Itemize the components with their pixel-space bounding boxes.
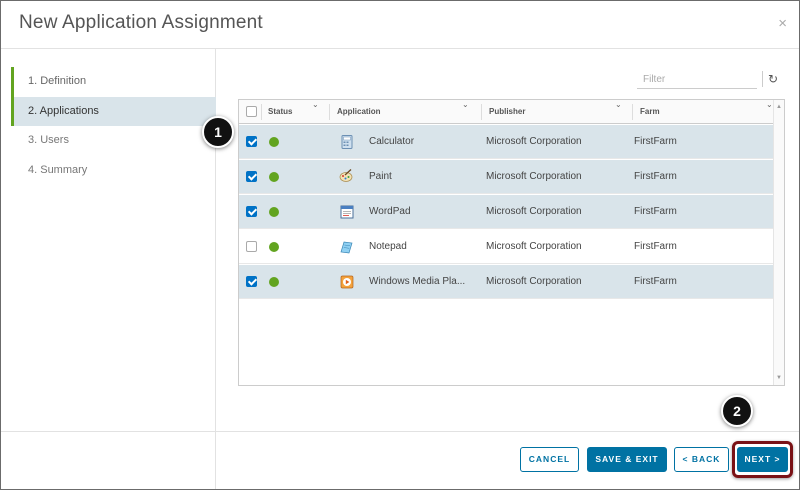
chevron-down-icon[interactable]: ⌄ (766, 100, 773, 109)
status-available-icon (269, 137, 279, 147)
table-row[interactable]: Windows Media Pla... Microsoft Corporati… (239, 265, 774, 299)
application-name: Calculator (369, 136, 415, 147)
row-checkbox[interactable] (246, 136, 257, 147)
select-all-checkbox[interactable] (246, 106, 257, 117)
cancel-button[interactable]: CANCEL (520, 447, 579, 472)
publisher-name: Microsoft Corporation (486, 171, 582, 182)
calculator-icon (341, 135, 353, 149)
status-available-icon (269, 172, 279, 182)
filter-input[interactable] (637, 70, 757, 89)
publisher-name: Microsoft Corporation (486, 206, 582, 217)
publisher-name: Microsoft Corporation (486, 241, 582, 252)
column-header-farm[interactable]: Farm (634, 100, 660, 124)
applications-grid: Status ⌄ Application ⌄ Publisher ⌄ Farm … (238, 99, 785, 386)
column-divider (329, 104, 330, 120)
toolbar-divider (762, 71, 763, 87)
grid-scrollbar[interactable]: ▲ ▼ (773, 100, 784, 385)
row-checkbox[interactable] (246, 276, 257, 287)
application-name: Paint (369, 171, 392, 182)
farm-name: FirstFarm (634, 171, 677, 182)
column-divider (481, 104, 482, 120)
step-users[interactable]: 3. Users (11, 126, 216, 156)
next-button[interactable]: NEXT > (737, 447, 788, 472)
step-definition[interactable]: 1. Definition (11, 67, 216, 97)
table-row[interactable]: Paint Microsoft Corporation FirstFarm (239, 160, 774, 194)
wizard-steps-sidebar: 1. Definition 2. Applications 3. Users 4… (1, 49, 216, 489)
row-checkbox[interactable] (246, 206, 257, 217)
close-icon[interactable]: × (778, 15, 787, 32)
column-header-publisher[interactable]: Publisher (483, 100, 525, 124)
table-row[interactable]: Notepad Microsoft Corporation FirstFarm (239, 230, 774, 264)
status-available-icon (269, 277, 279, 287)
chevron-down-icon[interactable]: ⌄ (312, 100, 319, 109)
farm-name: FirstFarm (634, 276, 677, 287)
farm-name: FirstFarm (634, 206, 677, 217)
table-row[interactable]: Calculator Microsoft Corporation FirstFa… (239, 125, 774, 159)
back-button[interactable]: < BACK (674, 447, 729, 472)
paint-icon (339, 169, 353, 182)
step-callout-badge: 2 (721, 395, 753, 427)
column-divider (632, 104, 633, 120)
media-player-icon (340, 275, 354, 289)
chevron-down-icon[interactable]: ⌄ (615, 100, 622, 109)
column-header-application[interactable]: Application (331, 100, 381, 124)
step-callout-badge: 1 (202, 116, 234, 148)
step-applications[interactable]: 2. Applications (11, 96, 216, 126)
chevron-down-icon[interactable]: ⌄ (462, 100, 469, 109)
step-summary[interactable]: 4. Summary (11, 156, 216, 186)
publisher-name: Microsoft Corporation (486, 276, 582, 287)
dialog-footer: CANCEL SAVE & EXIT < BACK NEXT > (1, 431, 799, 489)
save-exit-button[interactable]: SAVE & EXIT (587, 447, 667, 472)
row-checkbox[interactable] (246, 241, 257, 252)
refresh-icon[interactable]: ↻ (768, 72, 778, 86)
publisher-name: Microsoft Corporation (486, 136, 582, 147)
table-row[interactable]: WordPad Microsoft Corporation FirstFarm (239, 195, 774, 229)
row-checkbox[interactable] (246, 171, 257, 182)
application-name: WordPad (369, 206, 411, 217)
dialog-header: New Application Assignment × (1, 1, 799, 49)
status-available-icon (269, 242, 279, 252)
dialog-title: New Application Assignment (19, 12, 263, 33)
scroll-up-icon[interactable]: ▲ (776, 104, 782, 110)
application-assignment-dialog: New Application Assignment × 1. Definiti… (0, 0, 800, 490)
step-list: 1. Definition 2. Applications 3. Users 4… (11, 67, 216, 185)
notepad-icon (340, 241, 353, 254)
application-name: Notepad (369, 241, 407, 252)
farm-name: FirstFarm (634, 241, 677, 252)
column-header-status[interactable]: Status (262, 100, 292, 124)
main-panel: ↻ Status ⌄ Application ⌄ Publisher ⌄ Far… (217, 49, 799, 431)
grid-header: Status ⌄ Application ⌄ Publisher ⌄ Farm … (239, 100, 774, 124)
filter-field (637, 69, 757, 89)
status-available-icon (269, 207, 279, 217)
farm-name: FirstFarm (634, 136, 677, 147)
scroll-down-icon[interactable]: ▼ (776, 375, 782, 381)
wordpad-icon (340, 205, 354, 219)
application-name: Windows Media Pla... (369, 276, 466, 287)
